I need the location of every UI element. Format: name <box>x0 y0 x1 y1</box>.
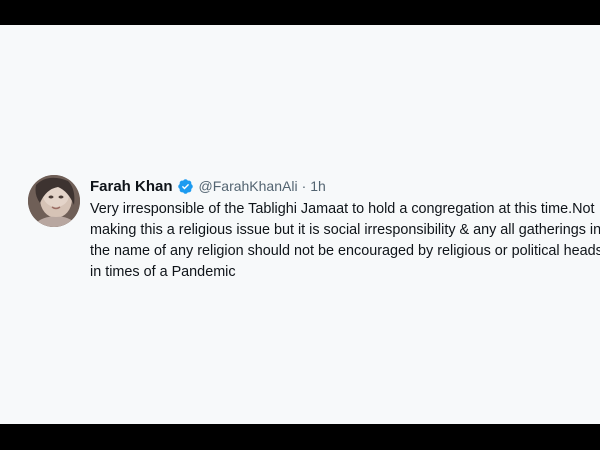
tweet-timestamp[interactable]: 1h <box>310 178 326 194</box>
tweet-content: Farah Khan @FarahKhanAli · 1h Very irres… <box>90 175 600 283</box>
avatar-image <box>28 175 80 227</box>
screenshot-frame: Farah Khan @FarahKhanAli · 1h Very irres… <box>0 0 600 450</box>
author-handle[interactable]: @FarahKhanAli <box>199 178 298 194</box>
tweet-text: Very irresponsible of the Tablighi Jamaa… <box>90 201 600 280</box>
avatar[interactable] <box>28 175 80 227</box>
verified-badge-icon <box>177 178 194 195</box>
separator-dot: · <box>301 178 307 194</box>
tweet-panel: Farah Khan @FarahKhanAli · 1h Very irres… <box>0 25 600 424</box>
author-name[interactable]: Farah Khan <box>90 178 173 195</box>
tweet-header: Farah Khan @FarahKhanAli · 1h <box>90 175 600 197</box>
